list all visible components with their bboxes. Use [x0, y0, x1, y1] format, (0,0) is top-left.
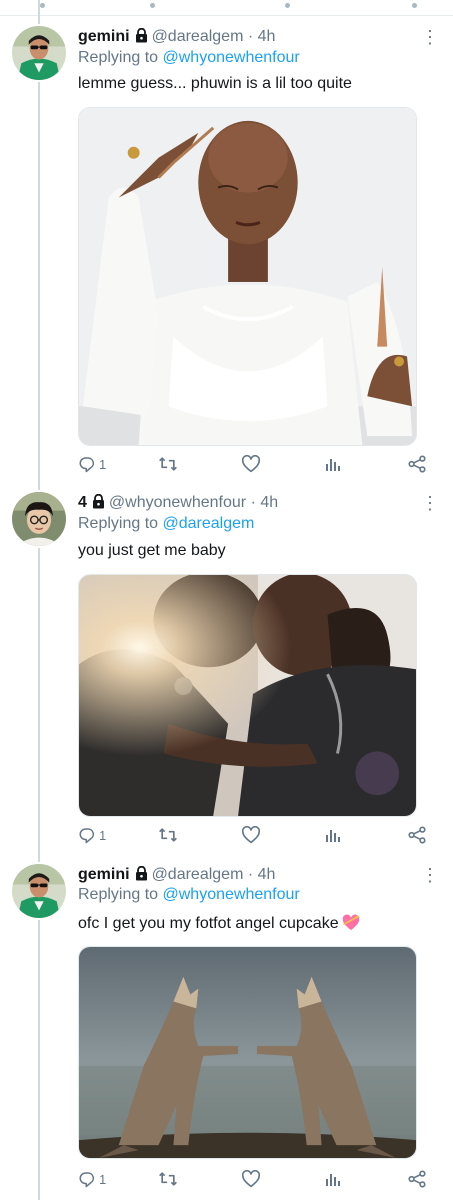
- tweet-media[interactable]: [78, 107, 417, 446]
- tweet-header: 4 @whyonewhenfour · 4h: [78, 493, 278, 515]
- retweet-button[interactable]: [158, 824, 178, 846]
- time-separator: ·: [247, 28, 254, 45]
- tweet[interactable]: gemini @darealgem · 4h ⋮ Replying to @why…: [0, 852, 453, 1200]
- retweet-icon: [159, 828, 177, 842]
- more-vertical-icon[interactable]: ⋮: [421, 27, 439, 47]
- tweet-media[interactable]: [78, 946, 417, 1159]
- tweet-media[interactable]: [78, 574, 417, 817]
- author-name[interactable]: 4: [78, 494, 87, 511]
- share-icon: [408, 826, 426, 844]
- share-button[interactable]: [408, 1168, 426, 1190]
- analytics-icon: [326, 830, 340, 842]
- avatar[interactable]: [10, 24, 68, 82]
- replying-to-label: Replying to: [78, 886, 159, 903]
- reply-count: 1: [99, 456, 107, 472]
- tweet-text: ofc I get you my fotfot angel cupcake: [78, 913, 361, 937]
- time-separator: ·: [247, 866, 254, 883]
- tweet-header: gemini @darealgem · 4h: [78, 865, 275, 887]
- more-vertical-icon[interactable]: ⋮: [421, 493, 439, 513]
- reply-count: 1: [99, 827, 107, 843]
- tweet-time[interactable]: 4h: [260, 494, 278, 511]
- avatar[interactable]: [10, 490, 68, 548]
- analytics-icon: [326, 1174, 340, 1186]
- author-handle[interactable]: @whyonewhenfour: [109, 494, 246, 511]
- author-name[interactable]: gemini: [78, 28, 130, 45]
- lock-icon: [135, 27, 148, 49]
- tweet-text-content: ofc I get you my fotfot angel cupcake: [78, 915, 339, 932]
- replying-to: Replying to @whyonewhenfour: [78, 885, 300, 905]
- share-icon: [408, 1170, 426, 1188]
- reply-icon: [79, 457, 95, 473]
- analytics-button[interactable]: [325, 453, 341, 475]
- analytics-button[interactable]: [325, 824, 341, 846]
- lock-icon: [135, 865, 148, 887]
- tweet-text: you just get me baby: [78, 542, 226, 559]
- like-button[interactable]: [241, 824, 261, 846]
- reply-icon: [79, 1172, 95, 1188]
- tweet-time[interactable]: 4h: [258, 28, 276, 45]
- heart-icon: [241, 826, 261, 844]
- tweet-actions: 1: [78, 824, 428, 846]
- author-name[interactable]: gemini: [78, 866, 130, 883]
- analytics-icon: [326, 459, 340, 471]
- replying-to-label: Replying to: [78, 515, 159, 532]
- reply-count: 1: [99, 1171, 107, 1187]
- lock-icon: [92, 493, 105, 515]
- mention-link[interactable]: @darealgem: [163, 515, 255, 532]
- share-button[interactable]: [408, 824, 426, 846]
- like-button[interactable]: [241, 1168, 261, 1190]
- tweet-header: gemini @darealgem · 4h: [78, 27, 275, 49]
- tweet-text: lemme guess... phuwin is a lil too quite: [78, 75, 352, 92]
- tweet[interactable]: 4 @whyonewhenfour · 4h ⋮ Replying to @dar…: [0, 480, 453, 852]
- retweet-icon: [159, 1172, 177, 1186]
- more-vertical-icon[interactable]: ⋮: [421, 865, 439, 885]
- tweet-actions: 1: [78, 1168, 428, 1190]
- share-icon: [408, 455, 426, 473]
- author-handle[interactable]: @darealgem: [152, 28, 244, 45]
- replying-to: Replying to @whyonewhenfour: [78, 48, 300, 68]
- reply-button[interactable]: 1: [78, 1168, 106, 1190]
- replying-to-label: Replying to: [78, 49, 159, 66]
- replying-to: Replying to @darealgem: [78, 514, 254, 534]
- retweet-icon: [159, 457, 177, 471]
- mention-link[interactable]: @whyonewhenfour: [163, 49, 300, 66]
- retweet-button[interactable]: [158, 1168, 178, 1190]
- share-button[interactable]: [408, 453, 426, 475]
- reply-icon: [79, 828, 95, 844]
- heart-with-ribbon-icon: [341, 913, 361, 937]
- author-handle[interactable]: @darealgem: [152, 866, 244, 883]
- reply-button[interactable]: 1: [78, 824, 106, 846]
- heart-icon: [241, 455, 261, 473]
- analytics-button[interactable]: [325, 1168, 341, 1190]
- reply-button[interactable]: 1: [78, 453, 106, 475]
- like-button[interactable]: [241, 453, 261, 475]
- heart-icon: [241, 1170, 261, 1188]
- tweet-time[interactable]: 4h: [258, 866, 276, 883]
- mention-link[interactable]: @whyonewhenfour: [163, 886, 300, 903]
- time-separator: ·: [250, 494, 256, 511]
- retweet-button[interactable]: [158, 453, 178, 475]
- avatar[interactable]: [10, 862, 68, 920]
- tweet[interactable]: gemini @darealgem · 4h ⋮ Replying to @why…: [0, 0, 453, 480]
- tweet-actions: 1: [78, 453, 428, 475]
